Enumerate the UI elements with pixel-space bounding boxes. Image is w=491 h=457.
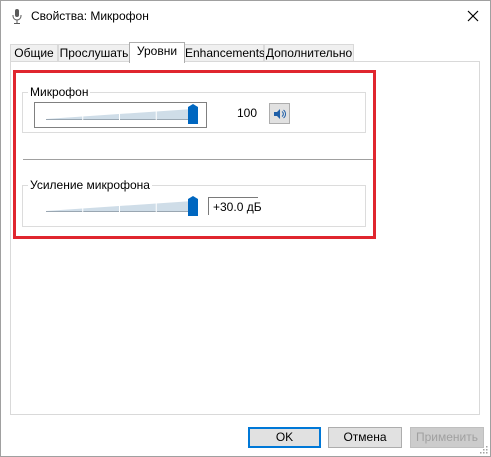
- window-title: Свойства: Микрофон: [31, 9, 149, 23]
- microphone-value[interactable]: 100: [208, 104, 261, 122]
- speaker-icon: [273, 108, 286, 119]
- resize-grip-icon[interactable]: [478, 444, 488, 454]
- tab-levels[interactable]: Уровни: [129, 42, 185, 63]
- apply-button[interactable]: Применить: [410, 427, 484, 448]
- boost-value[interactable]: +30.0 дБ: [208, 197, 262, 215]
- slider-thumb[interactable]: [188, 196, 198, 216]
- title-bar: Свойства: Микрофон: [1, 1, 490, 32]
- tab-enhancements[interactable]: Enhancements: [184, 44, 265, 62]
- ok-button[interactable]: OK: [248, 427, 321, 448]
- tab-advanced[interactable]: Дополнительно: [264, 44, 354, 62]
- tab-general[interactable]: Общие: [10, 44, 58, 62]
- mute-button[interactable]: [269, 103, 290, 124]
- separator-line: [23, 159, 376, 160]
- slider-thumb[interactable]: [188, 104, 198, 124]
- close-button[interactable]: [462, 5, 484, 27]
- microphone-slider[interactable]: [34, 102, 207, 128]
- boost-slider[interactable]: [34, 194, 207, 220]
- microphone-label: Микрофон: [28, 85, 91, 99]
- close-icon: [467, 10, 479, 22]
- cancel-button[interactable]: Отмена: [328, 427, 402, 448]
- microphone-icon: [11, 9, 23, 25]
- boost-label: Усиление микрофона: [28, 178, 152, 192]
- properties-window: Свойства: Микрофон Общие Прослушать Уров…: [0, 0, 491, 457]
- tab-listen[interactable]: Прослушать: [58, 44, 130, 62]
